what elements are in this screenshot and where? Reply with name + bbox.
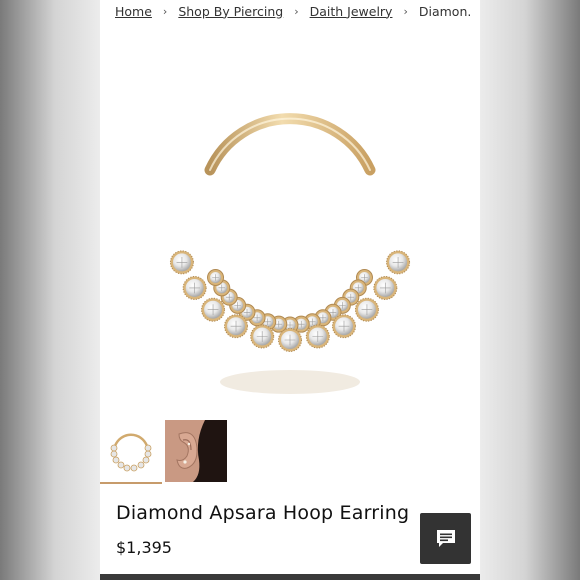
- breadcrumb-daith-jewelry[interactable]: Daith Jewelry: [310, 4, 393, 19]
- breadcrumb-separator: ›: [162, 4, 168, 18]
- product-title: Diamond Apsara Hoop Earring: [116, 502, 410, 524]
- breadcrumb: Home › Shop By Piercing › Daith Jewelry …: [115, 0, 470, 22]
- breadcrumb-home[interactable]: Home: [115, 4, 152, 19]
- diamond-setting: [169, 250, 411, 352]
- thumbnail-ear-model[interactable]: [165, 420, 227, 482]
- breadcrumb-shop-by-piercing[interactable]: Shop By Piercing: [178, 4, 283, 19]
- background-left: [0, 0, 100, 580]
- breadcrumb-current: Diamon...: [418, 3, 470, 19]
- chat-button[interactable]: [420, 513, 471, 564]
- chat-icon: [436, 529, 455, 547]
- gold-band: [204, 113, 376, 176]
- breadcrumb-separator: ›: [294, 4, 299, 18]
- product-price: $1,395: [116, 538, 172, 557]
- breadcrumb-separator: ›: [403, 4, 408, 18]
- bottom-bar: [100, 574, 480, 580]
- background-right: [480, 0, 580, 580]
- reflection: [220, 370, 360, 394]
- thumbnail-product[interactable]: [100, 420, 162, 484]
- product-image[interactable]: [100, 30, 480, 410]
- product-page: Home › Shop By Piercing › Daith Jewelry …: [100, 0, 480, 580]
- thumbnail-strip: [100, 420, 480, 484]
